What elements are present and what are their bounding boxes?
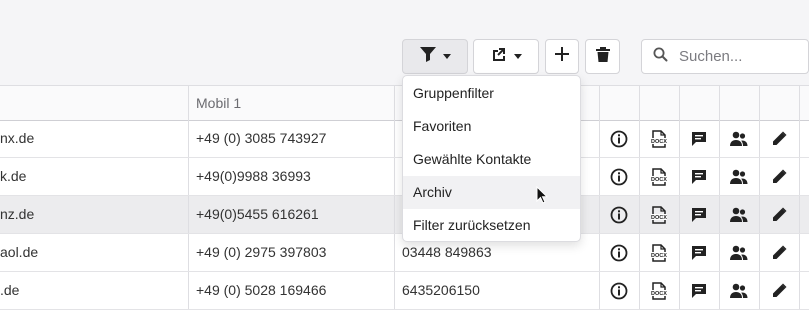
info-icon[interactable] (599, 234, 639, 271)
caret-down-icon (443, 54, 451, 59)
mobile-1-cell: +49(0)9988 36993 (196, 168, 311, 184)
svg-text:DOCX: DOCX (651, 215, 667, 221)
edit-icon[interactable] (759, 196, 799, 233)
add-button[interactable] (545, 39, 579, 74)
info-icon[interactable] (599, 196, 639, 233)
column-header-email[interactable] (0, 86, 188, 120)
menu-item-favoriten[interactable]: Favoriten (403, 110, 580, 143)
contacts-icon[interactable] (719, 120, 759, 157)
info-icon[interactable] (599, 158, 639, 195)
email-cell: k.de (0, 168, 27, 184)
export-dropdown-button[interactable] (473, 39, 539, 74)
phone-cell: 6435206150 (402, 282, 480, 298)
docx-icon[interactable]: DOCX (639, 234, 679, 271)
email-cell: aol.de (0, 244, 39, 260)
edit-icon[interactable] (759, 272, 799, 309)
mouse-cursor-icon (536, 185, 549, 209)
export-icon (490, 45, 508, 68)
filter-dropdown-menu: Gruppenfilter Favoriten Gewählte Kontakt… (402, 75, 581, 242)
contacts-icon[interactable] (719, 196, 759, 233)
comment-icon[interactable] (679, 158, 719, 195)
plus-icon (554, 46, 570, 67)
info-icon[interactable] (599, 120, 639, 157)
docx-icon[interactable]: DOCX (639, 120, 679, 157)
menu-item-gewaehlte-kontakte[interactable]: Gewählte Kontakte (403, 143, 580, 176)
edit-icon[interactable] (759, 158, 799, 195)
menu-item-gruppenfilter[interactable]: Gruppenfilter (403, 77, 580, 110)
comment-icon[interactable] (679, 272, 719, 309)
svg-text:DOCX: DOCX (651, 139, 667, 145)
mobile-1-cell: +49 (0) 5028 169466 (196, 282, 327, 298)
docx-icon[interactable]: DOCX (639, 196, 679, 233)
search-input[interactable] (677, 47, 801, 66)
edit-icon[interactable] (759, 120, 799, 157)
trash-icon (595, 46, 610, 67)
search-icon (653, 47, 668, 67)
svg-text:DOCX: DOCX (651, 177, 667, 183)
caret-down-icon (514, 54, 522, 59)
filter-dropdown-button[interactable] (402, 39, 468, 74)
contacts-icon[interactable] (719, 158, 759, 195)
svg-text:DOCX: DOCX (651, 253, 667, 259)
mobile-1-cell: +49 (0) 2975 397803 (196, 244, 327, 260)
docx-icon[interactable]: DOCX (639, 158, 679, 195)
column-header-mobile-1[interactable]: Mobil 1 (188, 86, 394, 120)
delete-button[interactable] (585, 39, 620, 74)
menu-item-archiv[interactable]: Archiv (403, 176, 580, 209)
filter-icon (419, 45, 437, 68)
info-icon[interactable] (599, 272, 639, 309)
contacts-icon[interactable] (719, 272, 759, 309)
comment-icon[interactable] (679, 196, 719, 233)
menu-item-filter-zuruecksetzen[interactable]: Filter zurücksetzen (403, 209, 580, 242)
email-cell: nx.de (0, 130, 35, 146)
mobile-1-cell: +49(0)5455 616261 (196, 206, 319, 222)
email-cell: nz.de (0, 206, 35, 222)
mobile-1-cell: +49 (0) 3085 743927 (196, 130, 327, 146)
svg-text:DOCX: DOCX (651, 291, 667, 297)
email-cell: .de (0, 282, 20, 298)
contacts-icon[interactable] (719, 234, 759, 271)
edit-icon[interactable] (759, 234, 799, 271)
docx-icon[interactable]: DOCX (639, 272, 679, 309)
comment-icon[interactable] (679, 234, 719, 271)
comment-icon[interactable] (679, 120, 719, 157)
table-row[interactable]: .de +49 (0) 5028 169466 6435206150 DOCX (0, 272, 809, 310)
search-field[interactable] (641, 39, 809, 74)
